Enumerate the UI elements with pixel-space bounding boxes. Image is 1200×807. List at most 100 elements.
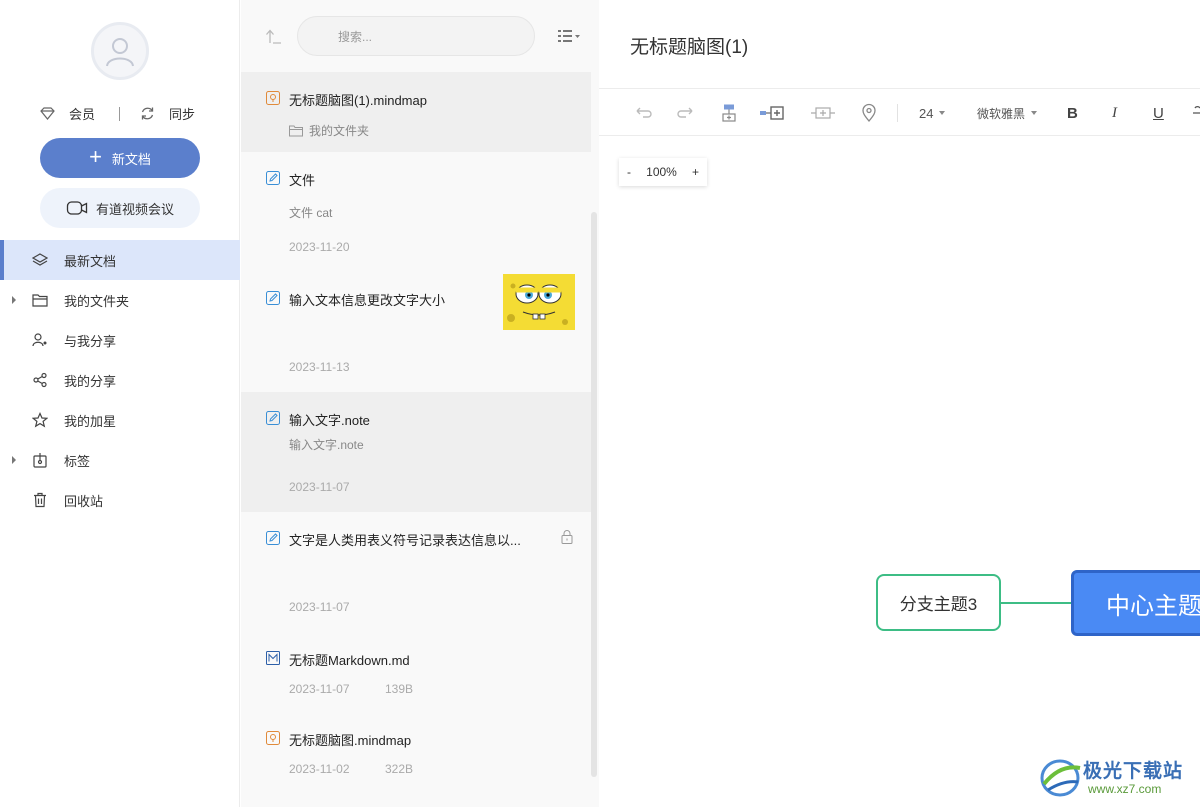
list-item[interactable]: 文字是人类用表义符号记录表达信息以... 2023-11-07 xyxy=(241,512,591,632)
new-document-label: 新文档 xyxy=(111,151,151,167)
sidebar-item-recent[interactable]: 最新文档 xyxy=(0,240,240,280)
mindmap-file-icon xyxy=(266,731,280,745)
star-icon xyxy=(32,412,48,428)
list-scrollbar[interactable] xyxy=(591,212,597,777)
expand-caret-icon[interactable] xyxy=(12,296,16,304)
expand-caret-icon[interactable] xyxy=(12,456,16,464)
lock-icon xyxy=(561,530,573,544)
sidebar-item-trash[interactable]: 回收站 xyxy=(0,480,240,520)
video-meeting-label: 有道视频会议 xyxy=(95,201,174,217)
zoom-in-button[interactable]: + xyxy=(692,165,699,179)
sync-label: 同步 xyxy=(169,107,196,122)
search-placeholder: 搜索... xyxy=(338,29,373,44)
file-name: 无标题Markdown.md xyxy=(289,653,410,668)
sidebar-item-label: 最新文档 xyxy=(64,253,117,269)
mindmap-toolbar: 24 微软雅黑 B I U xyxy=(599,88,1200,136)
sidebar-item-my-folders[interactable]: 我的文件夹 xyxy=(0,280,240,320)
sidebar-item-label: 与我分享 xyxy=(64,333,117,349)
list-item[interactable]: 无标题Markdown.md 2023-11-07 139B xyxy=(241,632,591,712)
file-name: 输入文字.note xyxy=(289,413,370,428)
toolbar-divider xyxy=(897,104,898,122)
underline-button[interactable]: U xyxy=(1153,103,1164,123)
plus-icon: + xyxy=(89,144,102,169)
folder-icon xyxy=(32,292,48,308)
sidebar-item-tags[interactable]: 标签 xyxy=(0,440,240,480)
avatar[interactable] xyxy=(91,22,149,80)
back-up-icon[interactable] xyxy=(265,27,283,45)
list-item[interactable]: 无标题脑图.mindmap 2023-11-02 322B xyxy=(241,712,591,792)
file-date: 2023-11-07 xyxy=(289,682,350,696)
file-name: 文件 xyxy=(289,173,316,188)
user-icon xyxy=(106,38,134,67)
file-size: 139B xyxy=(385,682,414,696)
list-toolbar: 搜索... xyxy=(241,0,599,72)
new-document-button[interactable]: + 新文档 xyxy=(40,138,200,178)
insert-parent-topic-icon[interactable] xyxy=(719,103,739,123)
redo-icon[interactable] xyxy=(676,103,696,123)
insert-child-topic-icon[interactable] xyxy=(759,103,785,123)
sidebar-item-my-shares[interactable]: 我的分享 xyxy=(0,360,240,400)
font-family-value: 微软雅黑 xyxy=(977,106,1026,121)
file-date: 2023-11-20 xyxy=(289,240,350,254)
chevron-down-icon xyxy=(1031,111,1038,115)
list-item[interactable]: 输入文本信息更改文字大小 2023-11-13 xyxy=(241,272,591,392)
sync-button[interactable]: 同步 xyxy=(140,104,195,123)
sidebar-item-shared-with-me[interactable]: 与我分享 xyxy=(0,320,240,360)
watermark-url: www.xz7.com xyxy=(1088,782,1162,796)
sidebar: 会员 同步 + 新文档 有道视频会议 最新文档 我的文件夹 与我分享 我的分享 … xyxy=(0,0,240,807)
file-preview: 输入文字.note xyxy=(289,438,364,452)
zoom-control: - 100% + xyxy=(619,158,707,186)
undo-icon[interactable] xyxy=(633,103,653,123)
italic-button[interactable]: I xyxy=(1112,103,1117,123)
shared-with-me-icon xyxy=(32,332,48,348)
font-size-value: 24 xyxy=(919,105,934,121)
video-meeting-button[interactable]: 有道视频会议 xyxy=(40,188,200,228)
list-view-icon[interactable] xyxy=(557,28,581,44)
file-list: 无标题脑图(1).mindmap 我的文件夹 文件 文件 cat 2023-11… xyxy=(241,72,591,792)
member-button[interactable]: 会员 xyxy=(40,104,95,123)
font-family-select[interactable]: 微软雅黑 xyxy=(977,103,1038,123)
branch-topic-node[interactable]: 分支主题3 xyxy=(876,574,1001,631)
location-pin-icon[interactable] xyxy=(860,103,878,123)
document-title[interactable]: 无标题脑图(1) xyxy=(630,32,748,59)
note-file-icon xyxy=(266,171,280,185)
search-input[interactable]: 搜索... xyxy=(297,16,535,56)
file-date: 2023-11-07 xyxy=(289,600,350,614)
file-size: 322B xyxy=(385,762,414,776)
sidebar-item-label: 我的加星 xyxy=(64,413,117,429)
zoom-level: 100% xyxy=(646,165,677,179)
sidebar-item-label: 我的文件夹 xyxy=(64,293,130,309)
bold-button[interactable]: B xyxy=(1067,103,1078,123)
sidebar-item-label: 我的分享 xyxy=(64,373,117,389)
topic-connector xyxy=(1001,602,1072,604)
strikethrough-icon[interactable] xyxy=(1193,103,1200,123)
mindmap-file-icon xyxy=(266,91,280,105)
watermark-logo-icon xyxy=(1040,759,1081,797)
list-item[interactable]: 输入文字.note 输入文字.note 2023-11-07 xyxy=(241,392,591,512)
central-topic-node[interactable]: 中心主题 xyxy=(1071,570,1200,636)
insert-sibling-topic-icon[interactable] xyxy=(810,103,836,123)
file-name: 输入文本信息更改文字大小 xyxy=(289,293,446,308)
file-name: 文字是人类用表义符号记录表达信息以... xyxy=(289,533,521,548)
file-name: 无标题脑图.mindmap xyxy=(289,733,412,748)
zoom-out-button[interactable]: - xyxy=(627,165,631,179)
layers-icon xyxy=(32,252,48,268)
tag-icon xyxy=(32,452,48,468)
file-folder-name: 我的文件夹 xyxy=(309,124,370,138)
list-item[interactable]: 文件 文件 cat 2023-11-20 xyxy=(241,152,591,330)
file-preview: 文件 cat xyxy=(289,206,333,220)
watermark-name: 极光下载站 xyxy=(1083,761,1184,782)
file-location: 我的文件夹 xyxy=(289,122,369,139)
editor-panel: 无标题脑图(1) 24 微软雅黑 B I U - 100% + 分支主题3 中心… xyxy=(599,0,1200,807)
file-date: 2023-11-07 xyxy=(289,480,350,494)
account-row: 会员 同步 xyxy=(0,104,240,124)
file-name: 无标题脑图(1).mindmap xyxy=(289,93,427,108)
divider xyxy=(119,107,120,121)
markdown-file-icon xyxy=(266,651,280,665)
sidebar-item-starred[interactable]: 我的加星 xyxy=(0,400,240,440)
video-camera-icon xyxy=(66,201,88,215)
note-file-icon xyxy=(266,531,280,545)
font-size-select[interactable]: 24 xyxy=(919,103,946,123)
list-item[interactable]: 无标题脑图(1).mindmap 我的文件夹 xyxy=(241,72,591,152)
file-date: 2023-11-02 xyxy=(289,762,350,776)
